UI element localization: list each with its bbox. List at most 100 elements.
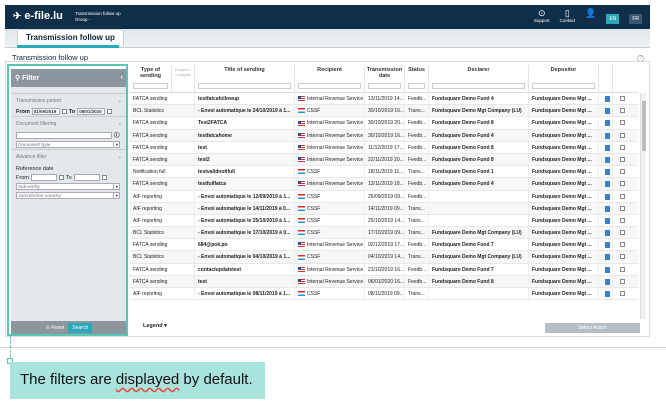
- select-cell: [613, 239, 627, 250]
- row-checkbox[interactable]: [620, 120, 625, 126]
- type-cell: FATCA sending: [130, 153, 195, 166]
- document-icon[interactable]: [605, 169, 610, 176]
- date-filter-input[interactable]: [368, 83, 401, 89]
- filter-highlight-box: [7, 64, 128, 336]
- lang-fr-button[interactable]: FR: [629, 14, 642, 24]
- row-checkbox[interactable]: [620, 169, 625, 175]
- row-checkbox[interactable]: [620, 242, 625, 248]
- table-row[interactable]: FATCA sending testfatcahome Internal Reven…: [130, 129, 638, 142]
- row-checkbox[interactable]: [620, 144, 625, 150]
- select-cell: [613, 276, 627, 287]
- table-row[interactable]: FATCA sending 684@pok.po Internal Revenue …: [130, 239, 638, 252]
- phone-icon: ▯: [564, 8, 570, 18]
- document-icon[interactable]: [605, 120, 610, 127]
- status-filter-input[interactable]: [408, 83, 425, 89]
- row-checkbox[interactable]: [620, 193, 625, 199]
- declarer-cell: Fundsquare Demo Fund 4: [429, 93, 529, 105]
- depositor-filter-input[interactable]: [532, 83, 595, 89]
- col-status[interactable]: Status: [405, 65, 429, 92]
- depositor-cell: Fundsquare Demo Mgt ...: [529, 239, 599, 251]
- row-checkbox[interactable]: [620, 254, 625, 260]
- document-icon[interactable]: [605, 217, 610, 224]
- type-cell: AIF reporting: [130, 214, 195, 227]
- row-checkbox[interactable]: [620, 132, 625, 138]
- table-scrollbar[interactable]: [640, 93, 646, 319]
- table-row[interactable]: FATCA sending test Internal Revenue Servic…: [130, 141, 638, 154]
- user-menu[interactable]: 👤: [585, 8, 596, 18]
- title-cell: - Envoi automatique le 17/10/2019 à 0...: [195, 227, 295, 239]
- document-icon[interactable]: [605, 96, 610, 102]
- row-checkbox[interactable]: [620, 156, 625, 162]
- status-cell: Trans...: [405, 288, 429, 300]
- lang-en-button[interactable]: EN: [606, 14, 620, 24]
- table-row[interactable]: FATCA sending contactupdatetest Internal R…: [130, 263, 638, 276]
- table-row[interactable]: BCL Statistics - Envoi automatique le 24/…: [130, 105, 638, 118]
- col-recipient[interactable]: Recipient: [295, 65, 365, 92]
- document-icon[interactable]: [605, 193, 610, 200]
- select-action-dropdown[interactable]: Select Action: [545, 323, 640, 333]
- col-depositor[interactable]: Depositor: [529, 65, 599, 92]
- table-row[interactable]: AIF reporting - Envoi automatique le 14/1…: [130, 202, 638, 215]
- document-icon[interactable]: [605, 156, 610, 163]
- status-cell: Trans...: [405, 251, 429, 263]
- support-link[interactable]: ⊙ Support: [534, 8, 550, 23]
- table-row[interactable]: FATCA sending testfatcafollowup Internal R…: [130, 93, 638, 106]
- document-icon[interactable]: [605, 266, 610, 273]
- row-checkbox[interactable]: [620, 266, 625, 272]
- document-icon[interactable]: [605, 181, 610, 188]
- date-cell: 30/10/2019 16...: [365, 129, 405, 141]
- row-checkbox[interactable]: [620, 205, 625, 211]
- type-filter-input[interactable]: [133, 83, 168, 89]
- col-expand[interactable]: Expand / Collapse: [172, 65, 195, 92]
- row-checkbox[interactable]: [620, 108, 625, 114]
- recipient-filter-select[interactable]: [298, 83, 361, 89]
- document-icon[interactable]: [605, 205, 610, 212]
- declarer-cell: [429, 190, 529, 202]
- declarer-filter-input[interactable]: [432, 83, 525, 89]
- document-icon[interactable]: [605, 291, 610, 297]
- app-logo[interactable]: ✈ e-file.lu: [13, 10, 63, 22]
- table-row[interactable]: FATCA sending testfullfatca Internal Reven…: [130, 178, 638, 191]
- table-row[interactable]: AIF reporting - Envoi automatique le 25/1…: [130, 214, 638, 228]
- row-checkbox[interactable]: [620, 230, 625, 236]
- select-cell: [613, 105, 627, 116]
- declarer-cell: Fundsquare Demo Fund 8: [429, 153, 529, 166]
- document-icon[interactable]: [605, 132, 610, 139]
- table-row[interactable]: BCL Statistics - Envoi automatique le 17/…: [130, 227, 638, 240]
- luxembourg-flag-icon: [298, 205, 305, 211]
- table-row[interactable]: FATCA sending test Internal Revenue Servic…: [130, 275, 638, 288]
- document-icon[interactable]: [605, 242, 610, 249]
- document-icon[interactable]: [605, 278, 610, 285]
- col-declarer[interactable]: Declarer: [429, 65, 529, 92]
- document-icon[interactable]: [605, 108, 610, 115]
- table-row[interactable]: Notification full testvalidnotifull CSSF 18…: [130, 166, 638, 179]
- type-cell: FATCA sending: [130, 263, 195, 275]
- col-type[interactable]: Type of sending: [130, 65, 172, 92]
- status-cell: Feedb...: [405, 275, 429, 287]
- scrollbar-thumb[interactable]: [642, 101, 646, 151]
- table-row[interactable]: AIF reporting - Envoi automatique le 12/0…: [130, 190, 638, 203]
- us-flag-icon: [298, 96, 305, 102]
- row-checkbox[interactable]: [620, 217, 625, 223]
- tab-transmission-follow-up[interactable]: Transmission follow up: [17, 29, 124, 45]
- document-icon[interactable]: [605, 144, 610, 151]
- table-row[interactable]: BCL Statistics - Envoi automatique le 04/…: [130, 251, 638, 264]
- document-icon[interactable]: [605, 254, 610, 261]
- contact-link[interactable]: ▯ Contact: [560, 8, 576, 23]
- legend-toggle[interactable]: Legend ▾: [143, 323, 167, 329]
- recipient-cell: CSSF: [295, 166, 365, 178]
- callout-note: The filters are displayed by default.: [10, 362, 265, 399]
- table-row[interactable]: FATCA sending Test2FATCA Internal Revenue …: [130, 117, 638, 130]
- table-row[interactable]: FATCA sending test2 Internal Revenue Servi…: [130, 153, 638, 167]
- row-checkbox[interactable]: [620, 278, 625, 284]
- recipient-cell: CSSF: [295, 251, 365, 263]
- row-checkbox[interactable]: [620, 181, 625, 187]
- row-checkbox[interactable]: [620, 96, 625, 101]
- document-icon[interactable]: [605, 230, 610, 237]
- title-filter-input[interactable]: [198, 83, 291, 89]
- col-date[interactable]: Transmission date: [365, 65, 405, 92]
- tab-bar: Transmission follow up: [5, 29, 650, 48]
- table-row[interactable]: AIF reporting - Envoi automatique le 08/1…: [130, 288, 638, 301]
- col-title[interactable]: Title of sending: [195, 65, 295, 92]
- row-checkbox[interactable]: [620, 291, 625, 296]
